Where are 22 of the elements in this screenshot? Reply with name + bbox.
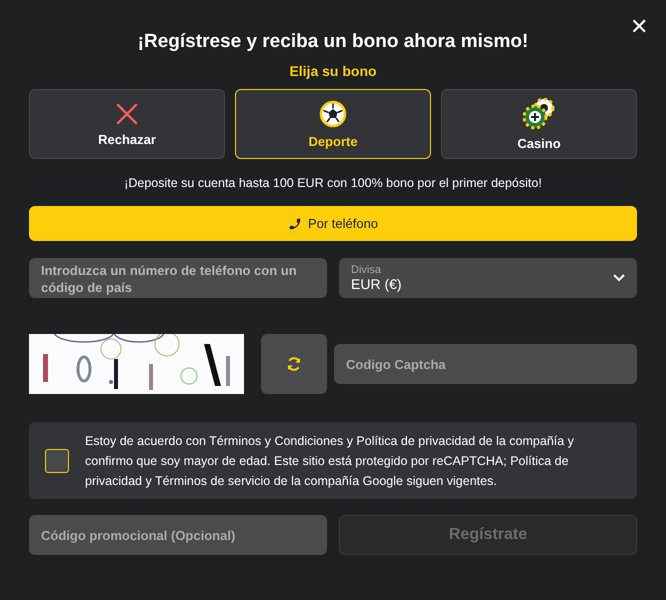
soccer-ball-icon [319, 100, 347, 128]
bonus-option[interactable]: Deporte [235, 89, 431, 159]
chevron-down-icon [613, 274, 625, 282]
bonus-option[interactable]: Casino [441, 89, 637, 159]
currency-select[interactable]: Divisa EUR (€) [339, 258, 637, 298]
dialog-title: ¡Regístrese y reciba un bono ahora mismo! [136, 31, 530, 53]
promo-code-field[interactable]: Código promocional (Opcional) [29, 515, 327, 555]
bonus-option[interactable]: Rechazar [29, 89, 225, 159]
currency-value: EUR (€) [351, 276, 402, 292]
agreement-text: Estoy de acuerdo con Términos y Condiciones y Política de privacidad de la compañía y confirmo que soy mayor de edad. Este sitio está protegido por reCAPTCHA; Política de privacidad y Términos de servicio de la compañía Google siguen vigentes. [85, 432, 575, 490]
currency-label: Divisa [351, 264, 382, 276]
casino-chips-icon [522, 98, 556, 130]
agreement-checkbox[interactable] [45, 448, 69, 472]
bonus-description: ¡Deposite su cuenta hasta 100 EUR con 100% bono por el primer depósito! [123, 176, 543, 190]
phone-input-field[interactable]: Introduzca un número de teléfono con un código de país [29, 258, 327, 298]
refresh-icon [286, 356, 302, 372]
bonus-heading: Elija su bono [288, 63, 378, 79]
phone-icon [288, 216, 302, 230]
close-button[interactable]: ✕ [626, 14, 652, 40]
cross-icon [115, 102, 139, 126]
phone-method-button[interactable]: Por teléfono [29, 206, 637, 241]
captcha-input-field[interactable]: Codigo Captcha [334, 344, 637, 384]
